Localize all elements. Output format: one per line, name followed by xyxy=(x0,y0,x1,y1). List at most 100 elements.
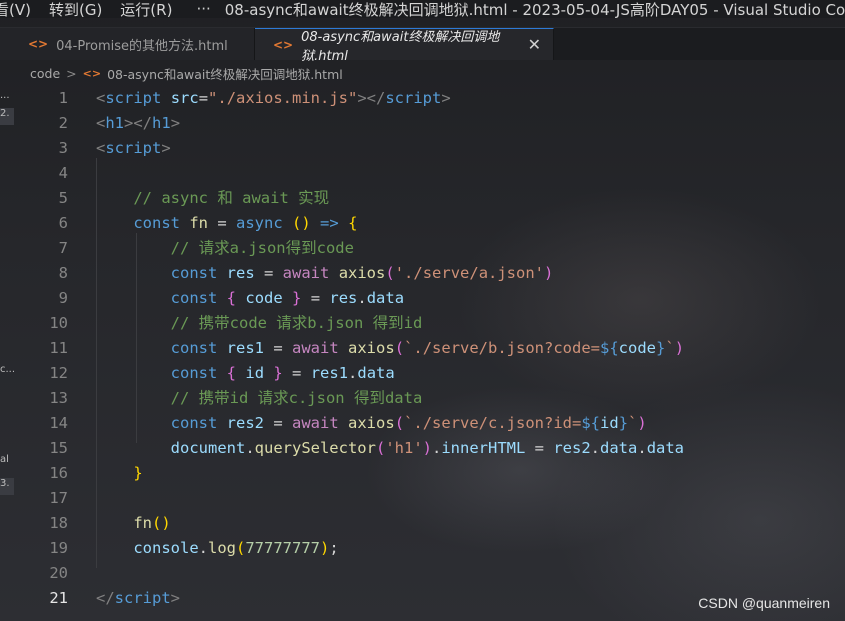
code-token: log xyxy=(208,539,236,557)
menu-view[interactable]: 看(V) xyxy=(0,0,31,19)
menu-goto[interactable]: 转到(G) xyxy=(49,0,102,19)
code-text: const res2 = await axios(`./serve/c.json… xyxy=(96,411,647,436)
line-number: 10 xyxy=(49,314,68,332)
code-token: () xyxy=(152,514,171,532)
breadcrumb-folder[interactable]: code xyxy=(30,66,60,81)
code-token: 'h1' xyxy=(385,439,423,457)
code-token: < xyxy=(96,114,106,132)
code-token: // 请求a.json得到code xyxy=(170,239,354,257)
code-token: id xyxy=(600,414,619,432)
code-token: . xyxy=(590,439,601,457)
code-token: ) xyxy=(544,264,554,282)
code-token: data xyxy=(646,439,685,457)
line-number: 3 xyxy=(58,139,68,157)
more-menu-icon[interactable]: ··· xyxy=(196,0,210,18)
code-token: = xyxy=(254,264,283,282)
line-number: 1 xyxy=(58,89,68,107)
code-text: // 携带code 请求b.json 得到id xyxy=(96,311,423,336)
code-token: // async 和 await 实现 xyxy=(133,189,330,207)
code-text: <script> xyxy=(96,136,171,161)
code-token: } xyxy=(133,464,143,482)
code-token: document xyxy=(170,439,246,457)
code-text: const res = await axios('./serve/a.json'… xyxy=(96,261,554,286)
code-token: 77777777 xyxy=(245,539,320,557)
code-token: axios xyxy=(348,339,395,357)
code-token: const xyxy=(170,289,218,307)
code-token: script xyxy=(385,89,442,107)
html-file-icon: <> xyxy=(28,37,49,51)
code-token: res1 xyxy=(226,339,264,357)
editor-tabs: <> 04-Promise的其他方法.html <> 08-async和awai… xyxy=(0,28,845,64)
code-token: . xyxy=(637,439,647,457)
code-token: = xyxy=(301,289,330,307)
sidebar-item-fragment[interactable]: ... xyxy=(0,90,10,101)
code-token: = xyxy=(198,89,209,107)
code-token: const xyxy=(170,264,218,282)
code-token: await xyxy=(282,264,330,282)
code-token: await xyxy=(292,339,339,357)
code-token: > xyxy=(170,114,181,132)
code-text: const { code } = res.data xyxy=(96,286,404,311)
code-token: . xyxy=(245,439,255,457)
code-text: fn() xyxy=(96,511,171,536)
code-token: `./serve/b.json?code= xyxy=(404,339,600,357)
code-token: . xyxy=(357,289,367,307)
code-token: code xyxy=(618,339,656,357)
code-token: ) xyxy=(674,339,685,357)
code-token: { xyxy=(226,364,237,382)
code-token: = xyxy=(525,439,554,457)
code-token: "./axios.min.js" xyxy=(208,89,358,107)
code-token: > xyxy=(441,89,451,107)
code-token: ></ xyxy=(124,114,153,132)
code-token: ; xyxy=(329,539,339,557)
code-token: } xyxy=(273,364,283,382)
line-number: 12 xyxy=(49,364,68,382)
code-text: <script src="./axios.min.js"></script> xyxy=(96,86,451,111)
menu-run[interactable]: 运行(R) xyxy=(120,0,172,19)
code-token: h1 xyxy=(152,114,171,132)
code-token: querySelector xyxy=(254,439,376,457)
close-icon[interactable]: ✕ xyxy=(528,35,541,54)
code-token: axios xyxy=(348,414,395,432)
code-token: ) xyxy=(637,414,647,432)
code-token: ) xyxy=(422,439,432,457)
sidebar-item-fragment-selected[interactable]: 2. xyxy=(0,108,14,125)
tab-async-await[interactable]: <> 08-async和await终极解决回调地狱.html ✕ xyxy=(255,28,554,64)
line-number: 5 xyxy=(58,189,68,207)
code-token: ></ xyxy=(357,89,386,107)
line-number: 7 xyxy=(58,239,68,257)
sidebar-item-fragment-selected[interactable]: 3. xyxy=(0,478,14,495)
code-token: data xyxy=(366,289,405,307)
code-token: data xyxy=(600,439,638,457)
line-number: 19 xyxy=(49,539,68,557)
code-editor[interactable]: 1 <script src="./axios.min.js"></script> 2… xyxy=(14,86,845,621)
code-token: res xyxy=(329,289,358,307)
watermark: CSDN @quanmeiren xyxy=(698,595,830,611)
sidebar-item-fragment[interactable]: al xyxy=(0,454,9,465)
tab-promise-methods[interactable]: <> 04-Promise的其他方法.html xyxy=(0,28,255,60)
code-token: './serve/a.json' xyxy=(394,264,545,282)
sidebar-item-fragment[interactable]: c... xyxy=(0,364,15,375)
code-token: const xyxy=(170,414,218,432)
code-token: </ xyxy=(96,589,115,607)
code-token: ${ xyxy=(600,339,619,357)
line-number: 4 xyxy=(58,164,68,182)
breadcrumb-file[interactable]: 08-async和await终极解决回调地狱.html xyxy=(107,64,343,83)
code-token: res xyxy=(226,264,255,282)
line-number: 18 xyxy=(49,514,68,532)
